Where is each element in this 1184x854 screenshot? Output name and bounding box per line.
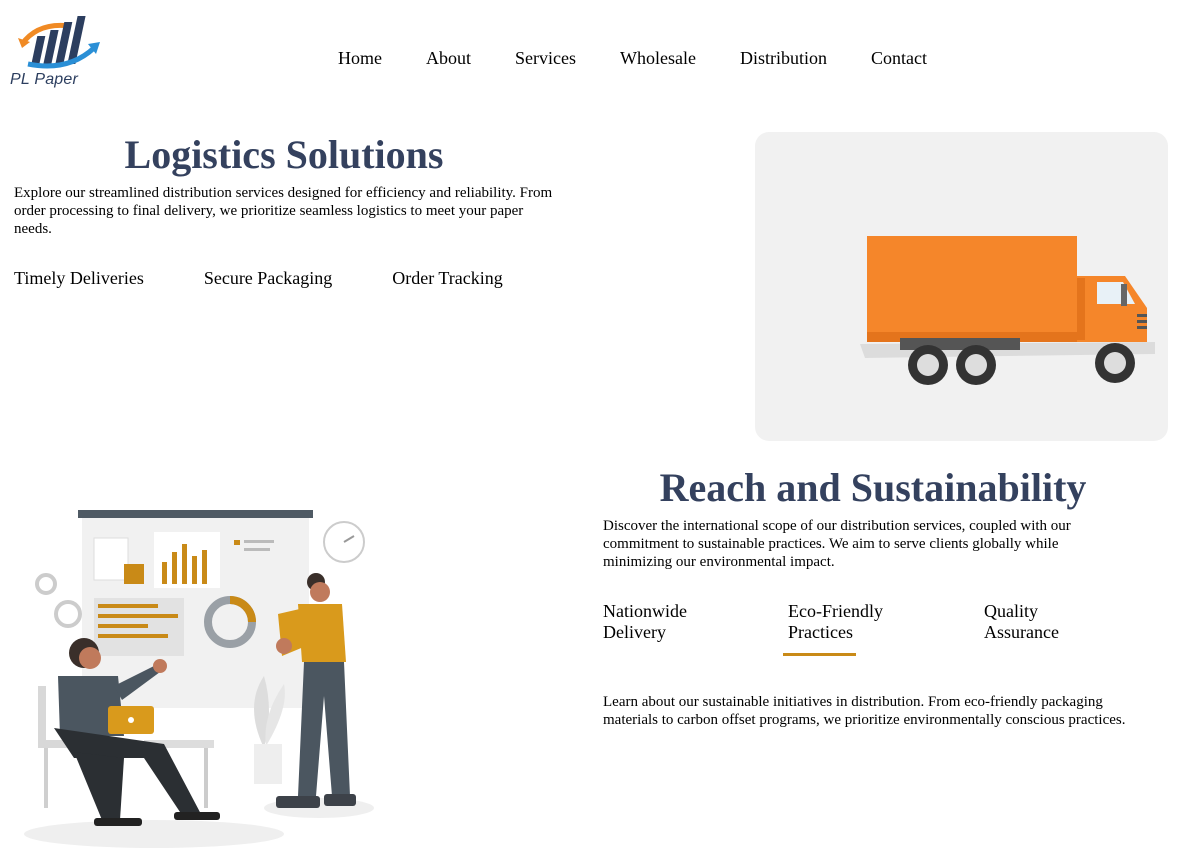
tab-eco-friendly-practices[interactable]: Eco-Friendly Practices — [788, 601, 898, 643]
nav-home[interactable]: Home — [338, 47, 382, 69]
reach-description: Discover the international scope of our … — [603, 518, 1071, 570]
nav-services[interactable]: Services — [515, 47, 576, 69]
feature-secure-packaging[interactable]: Secure Packaging — [204, 267, 332, 289]
business-team-presentation-icon — [24, 510, 374, 848]
bar-chart-arrows-logo-icon — [18, 16, 100, 69]
reach-title: Reach and Sustainability — [659, 465, 1087, 510]
reach-tabs: Nationwide Delivery Eco-Friendly Practic… — [603, 601, 1163, 661]
feature-order-tracking[interactable]: Order Tracking — [392, 267, 503, 289]
active-tab-content: Learn about our sustainable initiatives … — [603, 694, 1126, 728]
logistics-features: Timely Deliveries Secure Packaging Order… — [14, 267, 503, 289]
logistics-title: Logistics Solutions — [124, 132, 444, 177]
nav-wholesale[interactable]: Wholesale — [620, 47, 696, 69]
tab-nationwide-delivery[interactable]: Nationwide Delivery — [603, 601, 713, 643]
nav-contact[interactable]: Contact — [871, 47, 927, 69]
brand-name: PL Paper — [10, 71, 79, 88]
team-presentation-image — [14, 496, 394, 854]
feature-timely-deliveries[interactable]: Timely Deliveries — [14, 267, 144, 289]
logistics-description: Explore our streamlined distribution ser… — [14, 185, 553, 237]
active-tab-indicator — [783, 653, 856, 656]
truck-image — [755, 132, 1168, 441]
delivery-truck-icon — [860, 236, 1155, 385]
main-nav: Home About Services Wholesale Distributi… — [338, 47, 927, 69]
nav-about[interactable]: About — [426, 47, 471, 69]
nav-distribution[interactable]: Distribution — [740, 47, 827, 69]
tab-quality-assurance[interactable]: Quality Assurance — [984, 601, 1094, 643]
